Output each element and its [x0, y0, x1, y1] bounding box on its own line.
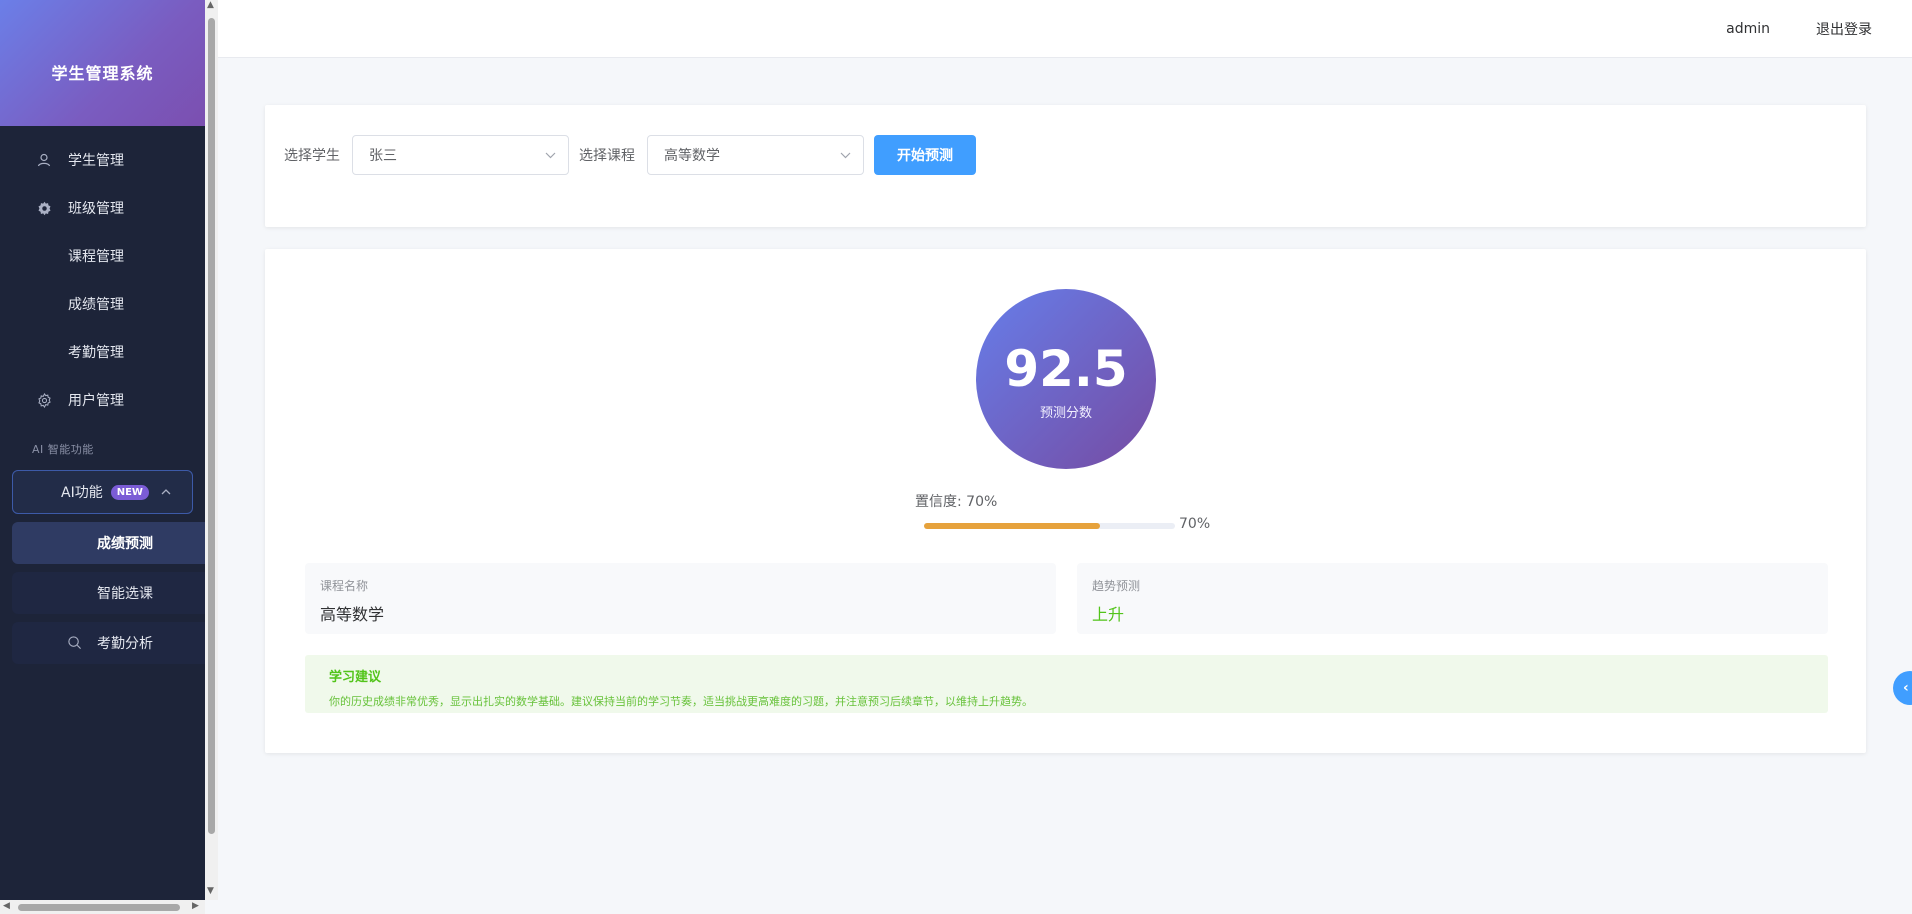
chevron-left-icon: ‹ — [1903, 680, 1909, 696]
collapse-panel-button[interactable]: ‹ — [1893, 671, 1912, 705]
settings-icon — [36, 392, 52, 408]
student-label: 选择学生 — [284, 148, 340, 164]
app-title: 学生管理系统 — [51, 64, 154, 83]
sidebar-item-label: AI功能 — [61, 485, 103, 501]
sidebar-item-grade-prediction[interactable]: 成绩预测 — [12, 522, 205, 564]
confidence-progress-fill — [924, 523, 1100, 529]
start-prediction-button[interactable]: 开始预测 — [874, 135, 976, 175]
new-badge: NEW — [110, 484, 149, 500]
sidebar-item-ai[interactable]: AI功能 NEW — [12, 470, 193, 514]
logout-link[interactable]: 退出登录 — [1816, 19, 1872, 39]
confidence-progress-bar — [924, 523, 1175, 529]
sidebar-item-label: 考勤管理 — [68, 345, 124, 361]
sidebar-item-label: 智能选课 — [97, 586, 153, 602]
prediction-result-card: 92.5 预测分数 置信度: 70% 70% 课程名称 高等数学 趋势预测 上升… — [265, 249, 1866, 753]
confidence-label: 置信度: 70% — [915, 494, 998, 510]
prediction-form-card: 选择学生 张三 选择课程 高等数学 开始预测 — [265, 105, 1866, 227]
trend-info-box: 趋势预测 上升 — [1077, 563, 1828, 634]
sidebar-item-label: 班级管理 — [68, 201, 124, 217]
scroll-left-icon[interactable]: ◀ — [3, 901, 10, 911]
brand-header: 学生管理系统 — [0, 0, 205, 126]
course-info-value: 高等数学 — [320, 605, 385, 624]
score-circle: 92.5 预测分数 — [976, 289, 1156, 469]
course-info-key: 课程名称 — [320, 579, 369, 593]
trend-info-key: 趋势预测 — [1092, 579, 1141, 593]
sidebar-item-smart-course[interactable]: 智能选课 — [12, 572, 205, 614]
chevron-down-icon — [840, 149, 851, 162]
top-header: admin 退出登录 — [218, 0, 1912, 58]
search-icon — [67, 635, 83, 651]
student-select[interactable]: 张三 — [352, 135, 569, 175]
trend-info-value: 上升 — [1092, 605, 1125, 624]
scrollbar-thumb[interactable] — [208, 18, 215, 834]
course-select[interactable]: 高等数学 — [647, 135, 864, 175]
scrollbar-thumb[interactable] — [18, 904, 180, 911]
sidebar-item-label: 考勤分析 — [97, 636, 153, 652]
study-advice-text: 你的历史成绩非常优秀，显示出扎实的数学基础。建议保持当前的学习节奏，适当挑战更高… — [329, 695, 1033, 708]
scroll-right-icon[interactable]: ▶ — [192, 901, 199, 911]
sidebar-item-label: 课程管理 — [68, 249, 124, 265]
user-icon — [36, 152, 52, 168]
chevron-up-icon — [161, 485, 171, 499]
sidebar-menu: 学生管理 班级管理 课程管理 成绩管理 考勤管理 用户管理 AI 智能功能 AI… — [0, 126, 205, 664]
course-label: 选择课程 — [579, 148, 635, 164]
sidebar-item-class[interactable]: 班级管理 — [0, 184, 205, 232]
current-user[interactable]: admin — [1726, 21, 1770, 37]
sidebar-item-attendance-analysis[interactable]: 考勤分析 — [12, 622, 205, 664]
sidebar-item-grade[interactable]: 成绩管理 — [0, 280, 205, 328]
chevron-down-icon — [545, 149, 556, 162]
study-advice-box: 学习建议 你的历史成绩非常优秀，显示出扎实的数学基础。建议保持当前的学习节奏，适… — [305, 655, 1828, 713]
sidebar-horizontal-scrollbar[interactable]: ◀ ▶ — [0, 900, 205, 914]
sidebar-vertical-scrollbar[interactable]: ▲ ▼ — [205, 0, 218, 900]
scroll-up-icon[interactable]: ▲ — [207, 0, 214, 10]
course-select-value: 高等数学 — [664, 148, 720, 164]
course-info-box: 课程名称 高等数学 — [305, 563, 1056, 634]
sidebar-item-label: 成绩管理 — [68, 297, 124, 313]
study-advice-title: 学习建议 — [329, 670, 382, 685]
sidebar-group-title: AI 智能功能 — [32, 443, 94, 456]
sidebar-item-student[interactable]: 学生管理 — [0, 136, 205, 184]
sidebar-item-attendance[interactable]: 考勤管理 — [0, 328, 205, 376]
gear-icon — [36, 200, 52, 216]
predicted-score-label: 预测分数 — [1039, 405, 1092, 421]
student-select-value: 张三 — [369, 148, 397, 164]
sidebar-item-label: 成绩预测 — [97, 536, 153, 552]
prediction-form: 选择学生 张三 选择课程 高等数学 开始预测 — [284, 135, 976, 175]
sidebar-item-users[interactable]: 用户管理 — [0, 376, 205, 424]
predicted-score: 92.5 — [1004, 339, 1128, 398]
sidebar-item-course[interactable]: 课程管理 — [0, 232, 205, 280]
confidence-progress-text: 70% — [1179, 516, 1211, 532]
scroll-down-icon[interactable]: ▼ — [207, 886, 214, 896]
sidebar: 学生管理系统 学生管理 班级管理 课程管理 成绩管理 考勤管理 用户管理 AI … — [0, 0, 205, 914]
sidebar-item-label: 用户管理 — [68, 393, 124, 409]
sidebar-item-label: 学生管理 — [68, 153, 124, 169]
